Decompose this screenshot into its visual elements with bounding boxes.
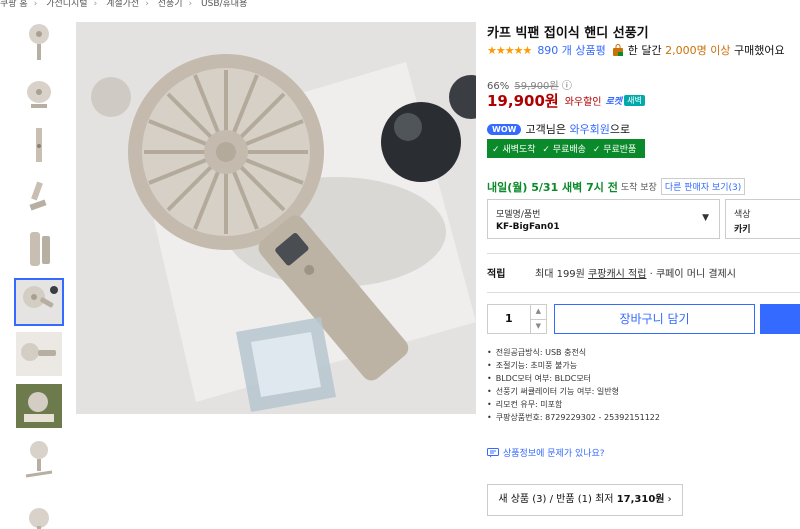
- product-title: 카프 빅팬 접이식 핸디 선풍기: [487, 26, 649, 41]
- benefit-bar: ✓ 새벽도착 ✓ 무료배송 ✓ 무료반품: [487, 139, 646, 158]
- thumbnail-10[interactable]: [14, 486, 64, 529]
- star-rating-icon: ★★★★★: [487, 43, 532, 57]
- purchase-count-text: 한 달간 2,000명 이상 구매했어요: [627, 44, 785, 57]
- model-option-select[interactable]: 모델명/품번 KF-BigFan01 ▼: [487, 199, 720, 239]
- spec-item: 선풍기 써큘레이터 기능 여부: 일반형: [487, 385, 660, 398]
- breadcrumb: 쿠팡 홈 › 가전디지털 › 계절가전 › 선풍기 › USB/휴대용: [0, 0, 248, 8]
- review-count-link[interactable]: 890 개 상품평: [537, 42, 605, 58]
- buy-now-button[interactable]: [760, 304, 800, 334]
- other-sellers-button[interactable]: 다른 판매자 보기(3): [660, 178, 746, 195]
- delivery-guarantee: 도착 보장: [620, 183, 657, 193]
- color-option-label: 색상: [734, 210, 751, 220]
- wow-badge: WOW: [487, 123, 522, 135]
- shopping-bag-icon: [612, 43, 623, 56]
- thumbnail-list: [14, 18, 64, 529]
- thumbnail-1[interactable]: [14, 18, 64, 66]
- spec-item: 리모컨 유무: 미포함: [487, 398, 660, 411]
- lowest-price: 17,310원: [616, 494, 665, 505]
- main-product-image[interactable]: [76, 22, 476, 414]
- thumbnail-5[interactable]: [14, 226, 64, 274]
- divider: [487, 292, 800, 293]
- divider: [487, 253, 800, 254]
- model-option-value: KF-BigFan01: [496, 222, 560, 232]
- thumbnail-9[interactable]: [14, 434, 64, 482]
- thumbnail-2[interactable]: [14, 70, 64, 118]
- thumbnail-8[interactable]: [14, 382, 64, 430]
- points-row: 적립 최대 199원 쿠팡캐시 적립 · 쿠페이 머니 결제시: [487, 265, 736, 280]
- wow-member-text: 고객님은 와우회원으로: [525, 123, 631, 136]
- quantity-increase-icon[interactable]: ▲: [530, 305, 546, 320]
- wow-member-link[interactable]: 와우회원: [569, 123, 609, 136]
- spec-list: 전원공급방식: USB 충전식 조절기능: 초미풍 불가능 BLDC모터 여부:…: [487, 346, 660, 424]
- rating-row: ★★★★★ 890 개 상품평 한 달간 2,000명 이상 구매했어요: [487, 42, 785, 58]
- chat-bubble-icon: [487, 447, 499, 457]
- spec-item: 조절기능: 초미풍 불가능: [487, 359, 660, 372]
- quantity-decrease-icon[interactable]: ▼: [531, 320, 546, 334]
- breadcrumb-item-home[interactable]: 쿠팡 홈: [0, 0, 28, 8]
- chevron-right-icon: ›: [664, 494, 672, 505]
- delivery-date: 내일(월) 5/31 새벽 7시 전: [487, 180, 618, 194]
- thumbnail-3[interactable]: [14, 122, 64, 170]
- thumbnail-4[interactable]: [14, 174, 64, 222]
- points-text: 최대 199원 쿠팡캐시 적립 · 쿠페이 머니 결제시: [535, 269, 736, 280]
- rocket-delivery-icon: 로켓: [605, 97, 623, 107]
- spec-item: 전원공급방식: USB 충전식: [487, 346, 660, 359]
- wow-discount-label: 와우할인: [564, 97, 602, 108]
- model-option-label: 모델명/품번: [496, 210, 541, 220]
- benefit-dawn-delivery: ✓ 새벽도착: [492, 145, 536, 155]
- points-label: 적립: [487, 269, 506, 280]
- price-row: 19,900원 와우할인 로켓 새벽: [487, 90, 645, 111]
- quantity-stepper: 1 ▲ ▼: [487, 304, 547, 334]
- report-problem-link[interactable]: 상품정보에 문제가 있나요?: [487, 446, 605, 459]
- breadcrumb-item-digital[interactable]: 가전디지털: [46, 0, 87, 8]
- breadcrumb-item-usb[interactable]: USB/휴대용: [201, 0, 247, 8]
- wow-member-row: WOW 고객님은 와우회원으로: [487, 121, 630, 137]
- spec-item: BLDC모터 여부: BLDC모터: [487, 372, 660, 385]
- add-to-cart-button[interactable]: 장바구니 담기: [554, 304, 755, 334]
- delivery-row: 내일(월) 5/31 새벽 7시 전 도착 보장 다른 판매자 보기(3): [487, 178, 746, 195]
- color-option-value: 카키: [734, 225, 751, 235]
- color-option-select[interactable]: 색상 카키: [725, 199, 800, 239]
- breadcrumb-item-fan[interactable]: 선풍기: [158, 0, 183, 8]
- report-problem-text: 상품정보에 문제가 있나요?: [503, 449, 605, 459]
- other-sellers-summary-button[interactable]: 새 상품 (3) / 반품 (1) 최저 17,310원 ›: [487, 484, 683, 516]
- thumbnail-7[interactable]: [14, 330, 64, 378]
- chevron-down-icon: ▼: [702, 213, 709, 223]
- breadcrumb-item-seasonal[interactable]: 계절가전: [106, 0, 139, 8]
- spec-item: 쿠팡상품번호: 8729229302 - 25392151122: [487, 411, 660, 424]
- sale-price: 19,900원: [487, 92, 559, 110]
- thumbnail-6-selected[interactable]: [14, 278, 64, 326]
- coupang-cash-link[interactable]: 쿠팡캐시 적립: [588, 269, 646, 280]
- benefit-free-shipping: ✓ 무료배송: [542, 145, 586, 155]
- quantity-input[interactable]: 1: [488, 305, 531, 333]
- dawn-delivery-badge: 새벽: [624, 95, 645, 106]
- benefit-free-return: ✓ 무료반품: [592, 145, 637, 155]
